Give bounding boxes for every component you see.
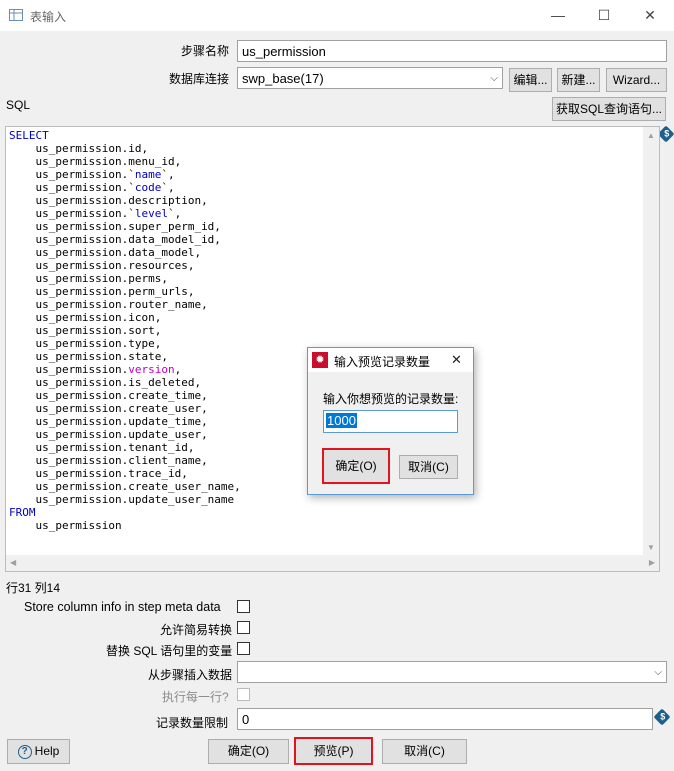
store-column-info-label: Store column info in step meta data <box>24 600 221 614</box>
wizard-button[interactable]: Wizard... <box>606 68 667 92</box>
replace-variables-checkbox[interactable] <box>237 642 250 655</box>
table-input-icon <box>9 9 23 21</box>
new-connection-button[interactable]: 新建... <box>557 68 600 92</box>
preview-size-dialog: ✹ 输入预览记录数量 ✕ 输入你想预览的记录数量: 1000 确定(O) 取消(… <box>307 347 474 495</box>
ok-button[interactable]: 确定(O) <box>208 739 289 764</box>
dialog-close-icon[interactable]: ✕ <box>451 352 462 368</box>
replace-variables-label: 替换 SQL 语句里的变量 <box>106 644 233 658</box>
preview-size-input[interactable]: 1000 <box>323 410 458 433</box>
sql-line: us_permission.create_user_name, <box>35 480 241 493</box>
help-label: Help <box>34 744 60 758</box>
chevron-down-icon: ⌵ <box>490 73 498 84</box>
preview-button[interactable]: 预览(P) <box>294 737 373 765</box>
minimize-button[interactable]: — <box>535 0 581 31</box>
dialog-title-bar: ✹ 输入预览记录数量 ✕ <box>308 348 473 372</box>
sql-line: SELECT <box>9 129 241 142</box>
store-column-info-checkbox[interactable] <box>237 600 250 613</box>
sql-identifier: name <box>134 168 162 181</box>
sql-line: us_permission.menu_id, <box>35 155 182 168</box>
sql-identifier: level <box>134 207 168 220</box>
db-connection-value: swp_base(17) <box>242 71 324 86</box>
step-name-label: 步骤名称 <box>181 44 230 58</box>
edit-connection-button[interactable]: 编辑... <box>509 68 552 92</box>
sql-line: us_permission.type, <box>35 337 162 350</box>
help-button[interactable]: ? Help <box>7 739 70 764</box>
sql-line: us_permission.data_model, <box>35 246 202 259</box>
dialog-cancel-button[interactable]: 取消(C) <box>399 455 458 479</box>
dialog-title: 输入预览记录数量 <box>334 355 431 369</box>
sql-identifier: code <box>134 181 162 194</box>
vertical-scrollbar[interactable]: ▲ ▼ <box>643 127 659 556</box>
sql-line: us_permission.router_name, <box>35 298 208 311</box>
insert-from-step-select[interactable]: ⌵ <box>237 661 667 683</box>
step-name-input[interactable]: us_permission <box>237 40 667 62</box>
scroll-down-icon[interactable]: ▼ <box>647 543 655 552</box>
help-icon: ? <box>17 744 32 759</box>
sql-line: us_permission.tenant_id, <box>35 441 195 454</box>
sql-line: us_permission.version, <box>35 363 182 376</box>
sql-line: us_permission.client_name, <box>35 454 208 467</box>
close-button[interactable]: ✕ <box>627 0 673 31</box>
sql-line: us_permission.perm_urls, <box>35 285 195 298</box>
dialog-prompt: 输入你想预览的记录数量: <box>323 392 459 406</box>
maximize-button[interactable]: ☐ <box>581 0 627 31</box>
sql-line: us_permission.update_user_name <box>35 493 235 506</box>
sql-line: us_permission.update_user, <box>35 428 208 441</box>
variable-icon: $ <box>657 125 674 143</box>
dialog-ok-button[interactable]: 确定(O) <box>322 448 390 484</box>
sql-keyword: SELECT <box>9 129 49 142</box>
get-sql-button[interactable]: 获取SQL查询语句... <box>552 97 666 121</box>
lazy-conversion-label: 允许简易转换 <box>160 623 233 637</box>
sql-line: FROM <box>9 506 241 519</box>
chevron-down-icon: ⌵ <box>654 667 662 678</box>
sql-line: us_permission.`code`, <box>35 181 175 194</box>
sql-line: us_permission.create_time, <box>35 389 208 402</box>
execute-each-row-checkbox <box>237 688 250 701</box>
sql-line: us_permission.state, <box>35 350 168 363</box>
horizontal-scrollbar[interactable]: ◀ ▶ <box>6 555 659 571</box>
preview-size-value: 1000 <box>326 413 357 428</box>
db-connection-select[interactable]: swp_base(17) ⌵ <box>237 67 503 89</box>
cancel-button[interactable]: 取消(C) <box>382 739 467 764</box>
sql-line: us_permission.perms, <box>35 272 168 285</box>
cursor-position: 行31 列14 <box>6 581 61 595</box>
sql-line: us_permission.create_user, <box>35 402 208 415</box>
sql-line: us_permission.`name`, <box>35 168 175 181</box>
sql-line: us_permission.description, <box>35 194 208 207</box>
sql-text[interactable]: SELECT us_permission.id, us_permission.m… <box>9 129 241 532</box>
sql-line: us_permission <box>9 519 122 532</box>
sql-identifier: version <box>128 363 175 376</box>
sql-line: us_permission.is_deleted, <box>35 376 202 389</box>
limit-label: 记录数量限制 <box>156 716 229 730</box>
sql-line: us_permission.super_perm_id, <box>35 220 221 233</box>
sql-line: us_permission.update_time, <box>35 415 208 428</box>
sql-line: us_permission.icon, <box>35 311 162 324</box>
sql-line: us_permission.trace_id, <box>35 467 188 480</box>
scroll-up-icon[interactable]: ▲ <box>647 131 655 140</box>
execute-each-row-label: 执行每一行? <box>162 690 229 704</box>
window-title: 表输入 <box>30 10 67 24</box>
lazy-conversion-checkbox[interactable] <box>237 621 250 634</box>
kettle-app-icon: ✹ <box>312 352 328 368</box>
sql-line: us_permission.sort, <box>35 324 162 337</box>
sql-label: SQL <box>6 98 31 112</box>
sql-keyword: FROM <box>9 506 36 519</box>
limit-input[interactable]: 0 <box>237 708 653 730</box>
title-bar: 表输入 — ☐ ✕ <box>0 0 674 31</box>
sql-line: us_permission.`level`, <box>35 207 182 220</box>
scroll-left-icon[interactable]: ◀ <box>10 558 16 567</box>
db-connection-label: 数据库连接 <box>169 72 230 86</box>
sql-line: us_permission.id, <box>35 142 149 155</box>
scroll-right-icon[interactable]: ▶ <box>649 558 655 567</box>
variable-icon: $ <box>653 708 671 726</box>
sql-line: us_permission.data_model_id, <box>35 233 221 246</box>
insert-from-step-label: 从步骤插入数据 <box>148 668 233 682</box>
sql-line: us_permission.resources, <box>35 259 195 272</box>
